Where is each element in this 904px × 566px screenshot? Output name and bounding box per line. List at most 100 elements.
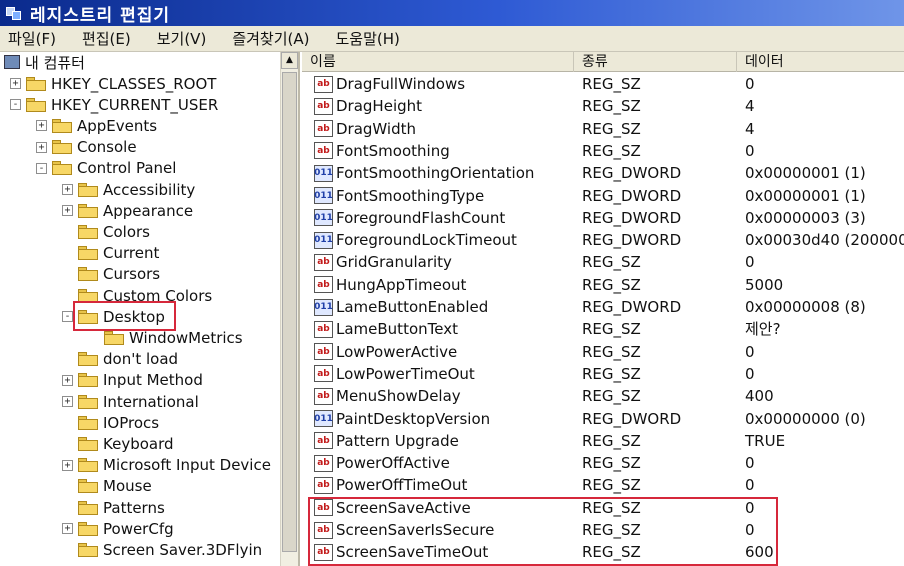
registry-value-row[interactable]: ab LowPowerActive REG_SZ 0 bbox=[302, 341, 904, 363]
menu-view[interactable]: 보기(V) bbox=[157, 28, 207, 49]
expand-icon[interactable]: + bbox=[62, 459, 73, 471]
registry-value-row[interactable]: ab LowPowerTimeOut REG_SZ 0 bbox=[302, 363, 904, 385]
registry-value-row[interactable]: ab MenuShowDelay REG_SZ 400 bbox=[302, 385, 904, 407]
expand-icon[interactable]: + bbox=[62, 184, 73, 195]
tree-item[interactable]: Cursors bbox=[62, 264, 160, 285]
value-name-cell: 011 FontSmoothingType bbox=[314, 185, 484, 207]
folder-icon bbox=[78, 458, 98, 473]
tree-item[interactable]: + HKEY_CLASSES_ROOT bbox=[10, 73, 216, 94]
expand-icon[interactable]: + bbox=[10, 78, 21, 89]
value-name-cell: 011 ForegroundFlashCount bbox=[314, 207, 505, 229]
tree-scroll-thumb[interactable] bbox=[282, 72, 297, 552]
tree-item-label: Control Panel bbox=[77, 159, 177, 178]
expand-icon[interactable]: + bbox=[62, 374, 73, 386]
value-name: MenuShowDelay bbox=[336, 387, 461, 406]
registry-value-row[interactable]: 011 LameButtonEnabled REG_DWORD 0x00000008 … bbox=[302, 296, 904, 318]
registry-value-row[interactable]: ab Pattern Upgrade REG_SZ TRUE bbox=[302, 430, 904, 452]
tree-item[interactable]: + Console bbox=[36, 137, 137, 158]
tree-item[interactable]: IOProcs bbox=[62, 412, 159, 433]
menu-help[interactable]: 도움말(H) bbox=[335, 28, 399, 49]
registry-value-row[interactable]: ab PowerOffTimeOut REG_SZ 0 bbox=[302, 474, 904, 496]
tree-item[interactable]: + PowerCfg bbox=[62, 518, 174, 539]
registry-value-row[interactable]: ab HungAppTimeout REG_SZ 5000 bbox=[302, 274, 904, 296]
registry-value-row[interactable]: ab DragHeight REG_SZ 4 bbox=[302, 95, 904, 117]
tree-item[interactable]: Mouse bbox=[62, 476, 152, 497]
column-data[interactable]: 데이터 bbox=[737, 52, 904, 72]
tree-item[interactable]: + Microsoft Input Device bbox=[62, 455, 271, 476]
tree-item[interactable]: + Input Method bbox=[62, 370, 203, 391]
registry-value-row[interactable]: 011 ForegroundLockTimeout REG_DWORD 0x00030… bbox=[302, 229, 904, 251]
folder-icon bbox=[52, 118, 72, 133]
expand-icon[interactable]: + bbox=[62, 205, 73, 217]
registry-value-row[interactable]: 011 ForegroundFlashCount REG_DWORD 0x000000… bbox=[302, 207, 904, 229]
value-type: REG_SZ bbox=[582, 476, 641, 495]
registry-value-row[interactable]: ab GridGranularity REG_SZ 0 bbox=[302, 251, 904, 273]
string-value-icon: ab bbox=[314, 276, 333, 294]
folder-icon bbox=[78, 479, 98, 494]
value-data: 0x00000008 (8) bbox=[745, 298, 866, 316]
string-value-icon: ab bbox=[314, 253, 333, 271]
dword-value-icon: 011 bbox=[314, 187, 333, 204]
value-name-cell: ab DragWidth bbox=[314, 118, 416, 140]
tree-item[interactable]: + Accessibility bbox=[62, 179, 195, 200]
column-name[interactable]: 이름 bbox=[302, 52, 574, 72]
collapse-icon[interactable]: - bbox=[36, 162, 47, 174]
value-name: ForegroundFlashCount bbox=[336, 208, 506, 227]
value-name-cell: 011 LameButtonEnabled bbox=[314, 296, 488, 318]
value-type: REG_SZ bbox=[582, 431, 641, 450]
scroll-up-icon[interactable]: ▲ bbox=[281, 52, 298, 69]
tree-item[interactable]: Current bbox=[62, 243, 159, 264]
string-value-icon: ab bbox=[314, 454, 333, 472]
value-data: 0 bbox=[745, 342, 755, 361]
registry-value-row[interactable]: ab PowerOffActive REG_SZ 0 bbox=[302, 452, 904, 474]
collapse-icon[interactable]: - bbox=[62, 311, 73, 323]
registry-value-row[interactable]: ab LameButtonText REG_SZ 제안? bbox=[302, 318, 904, 340]
tree-item[interactable]: don't load bbox=[62, 349, 178, 370]
menu-favorites[interactable]: 즐겨찾기(A) bbox=[232, 28, 309, 49]
menu-file[interactable]: 파일(F) bbox=[8, 28, 56, 49]
tree-item[interactable]: Patterns bbox=[62, 497, 165, 518]
column-type[interactable]: 종류 bbox=[574, 52, 737, 72]
tree-item[interactable]: + Appearance bbox=[62, 200, 193, 221]
value-name-cell: ab DragFullWindows bbox=[314, 73, 465, 95]
folder-icon bbox=[26, 76, 46, 91]
value-name: DragFullWindows bbox=[336, 75, 466, 93]
tree-scrollbar[interactable]: ▲ bbox=[280, 52, 298, 566]
expand-icon[interactable]: + bbox=[62, 396, 73, 407]
value-type: REG_DWORD bbox=[582, 231, 682, 250]
registry-value-row[interactable]: 011 PaintDesktopVersion REG_DWORD 0x0000000… bbox=[302, 408, 904, 430]
tree-item-label: International bbox=[103, 392, 199, 411]
expand-icon[interactable]: + bbox=[36, 141, 47, 153]
value-data: 0x00030d40 (200000) bbox=[745, 231, 904, 250]
tree-item[interactable]: Keyboard bbox=[62, 433, 174, 454]
value-type: REG_SZ bbox=[582, 342, 641, 361]
value-name: DragHeight bbox=[336, 97, 423, 116]
registry-values-pane[interactable]: 이름 종류 데이터 ab DragFullWindows REG_SZ 0 ab Drag… bbox=[302, 52, 904, 566]
tree-item[interactable]: + International bbox=[62, 391, 199, 412]
tree-item[interactable]: + AppEvents bbox=[36, 115, 157, 136]
registry-value-row[interactable]: ab DragFullWindows REG_SZ 0 bbox=[302, 73, 904, 95]
menu-edit[interactable]: 편집(E) bbox=[82, 28, 131, 49]
value-name: PaintDesktopVersion bbox=[336, 409, 491, 428]
dword-value-icon: 011 bbox=[314, 164, 333, 182]
value-type: REG_SZ bbox=[582, 454, 641, 473]
value-name: FontSmoothingOrientation bbox=[336, 164, 535, 183]
registry-value-row[interactable]: ab FontSmoothing REG_SZ 0 bbox=[302, 140, 904, 162]
value-data: 0 bbox=[745, 454, 755, 473]
registry-value-row[interactable]: 011 FontSmoothingOrientation REG_DWORD 0x00… bbox=[302, 162, 904, 184]
expand-icon[interactable]: + bbox=[36, 120, 47, 132]
tree-item[interactable]: Screen Saver.3DFlyin bbox=[62, 539, 262, 560]
registry-value-row[interactable]: ab DragWidth REG_SZ 4 bbox=[302, 118, 904, 140]
tree-item[interactable]: - Control Panel bbox=[36, 158, 176, 179]
title-bar: 레지스트리 편집기 bbox=[0, 0, 904, 26]
registry-value-row[interactable]: 011 FontSmoothingType REG_DWORD 0x00000001 … bbox=[302, 185, 904, 207]
value-type: REG_DWORD bbox=[582, 298, 682, 316]
tree-item-label: Patterns bbox=[103, 498, 165, 517]
expand-icon[interactable]: + bbox=[62, 523, 73, 535]
collapse-icon[interactable]: - bbox=[10, 99, 21, 111]
tree-root[interactable]: 내 컴퓨터 bbox=[0, 52, 298, 72]
tree-item-label: Accessibility bbox=[103, 180, 196, 199]
folder-icon bbox=[78, 542, 98, 557]
tree-item[interactable]: - HKEY_CURRENT_USER bbox=[10, 94, 218, 115]
tree-item[interactable]: Colors bbox=[62, 221, 150, 242]
